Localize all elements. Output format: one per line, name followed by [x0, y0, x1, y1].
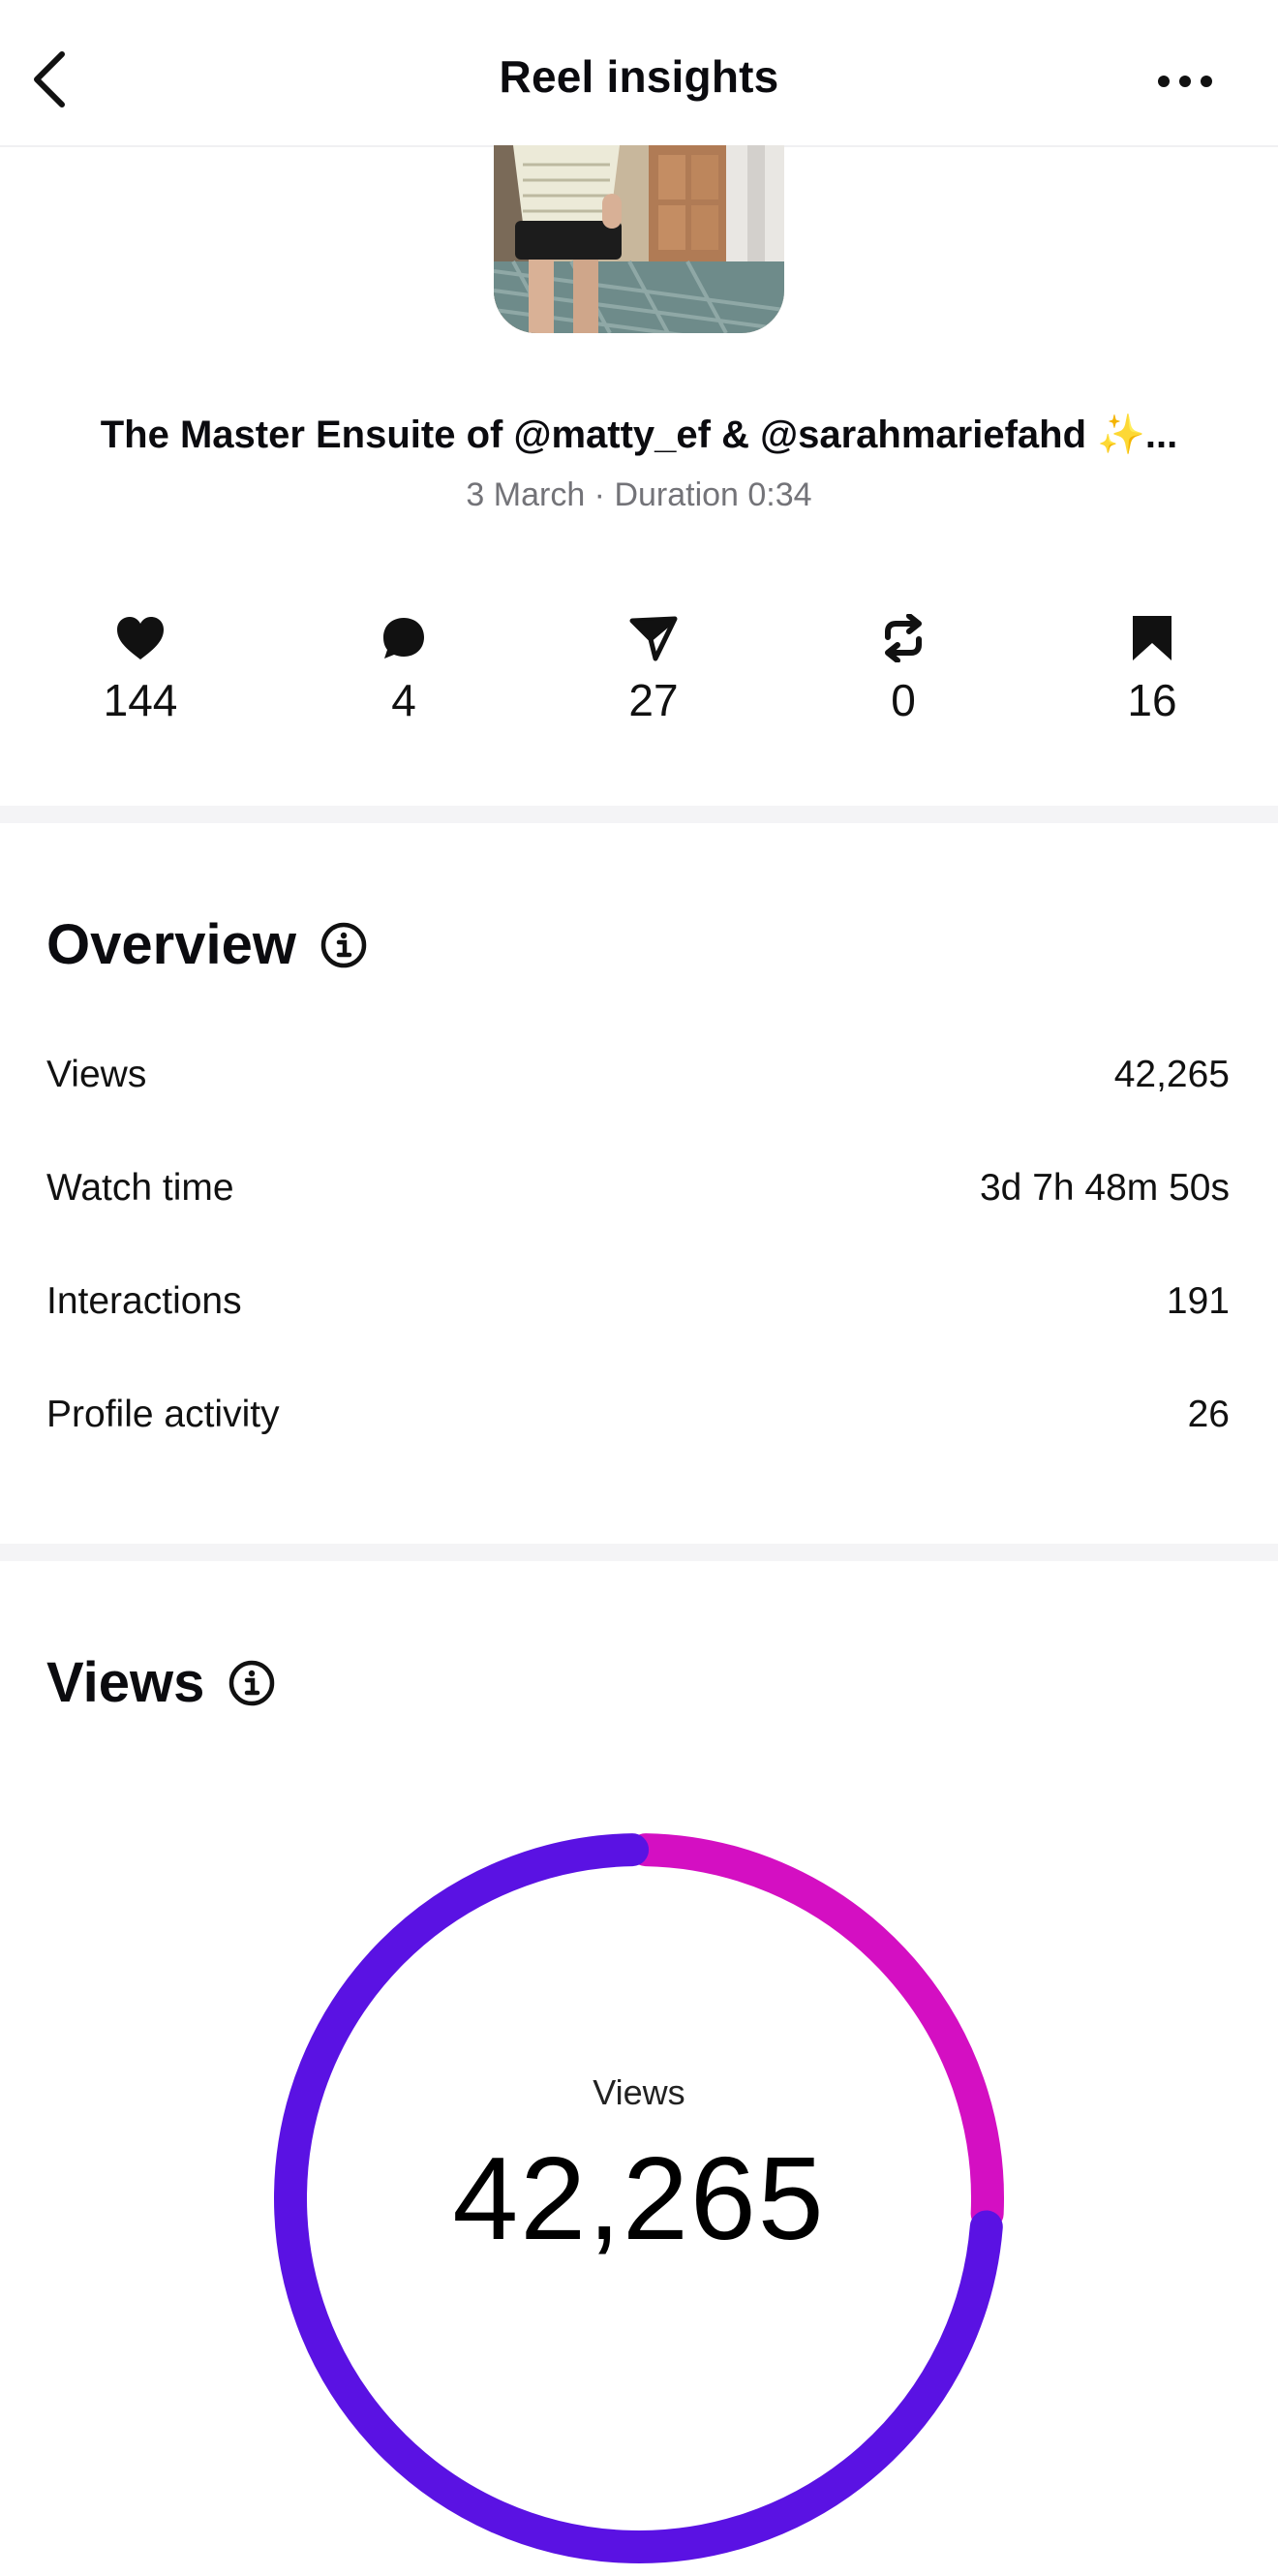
comments-count: 4 [391, 675, 416, 725]
overview-row-watch-time: Watch time 3d 7h 48m 50s [46, 1167, 1230, 1210]
likes-stat: 144 [44, 610, 237, 726]
row-value: 191 [1166, 1280, 1230, 1322]
reposts-stat: 0 [806, 610, 1000, 726]
reposts-count: 0 [891, 675, 916, 725]
reel-caption: The Master Ensuite of @matty_ef & @sarah… [100, 414, 1178, 456]
overview-row-profile-activity[interactable]: Profile activity 26 [46, 1394, 1230, 1436]
more-icon [1158, 76, 1212, 87]
likes-count: 144 [103, 675, 178, 725]
overview-title: Overview [46, 913, 296, 976]
bookmark-icon [1133, 616, 1172, 660]
heart-icon [117, 617, 164, 659]
info-icon[interactable] [228, 1659, 276, 1707]
reel-date-duration: 3 March · Duration 0:34 [466, 476, 812, 513]
info-icon[interactable] [320, 921, 368, 969]
overview-heading: Overview [46, 912, 368, 977]
section-divider [0, 806, 1278, 823]
views-heading: Views [46, 1650, 276, 1715]
shares-stat: 27 [557, 610, 750, 726]
row-label: Profile activity [46, 1394, 280, 1435]
row-label: Interactions [46, 1280, 242, 1322]
overview-row-interactions[interactable]: Interactions 191 [46, 1280, 1230, 1323]
top-bar: Reel insights [0, 0, 1278, 147]
row-value: 42,265 [1113, 1054, 1230, 1095]
comment-icon [383, 618, 424, 659]
overview-row-views: Views 42,265 [46, 1054, 1230, 1096]
saves-count: 16 [1127, 675, 1177, 725]
reel-thumbnail-image [494, 145, 784, 333]
row-label: Views [46, 1054, 147, 1095]
shares-count: 27 [628, 675, 679, 725]
donut-total: 42,265 [452, 2132, 826, 2264]
section-divider [0, 1544, 1278, 1561]
comments-stat: 4 [307, 610, 501, 726]
views-title: Views [46, 1651, 205, 1714]
row-value: 3d 7h 48m 50s [979, 1167, 1230, 1209]
send-icon [629, 616, 678, 661]
saves-stat: 16 [1055, 610, 1249, 726]
row-label: Watch time [46, 1167, 234, 1209]
repost-icon [885, 614, 922, 662]
row-value: 26 [1187, 1394, 1230, 1435]
page-title: Reel insights [499, 51, 779, 102]
more-options-button[interactable] [1139, 46, 1232, 116]
donut-label: Views [593, 2072, 685, 2112]
reel-thumbnail[interactable] [494, 145, 784, 333]
